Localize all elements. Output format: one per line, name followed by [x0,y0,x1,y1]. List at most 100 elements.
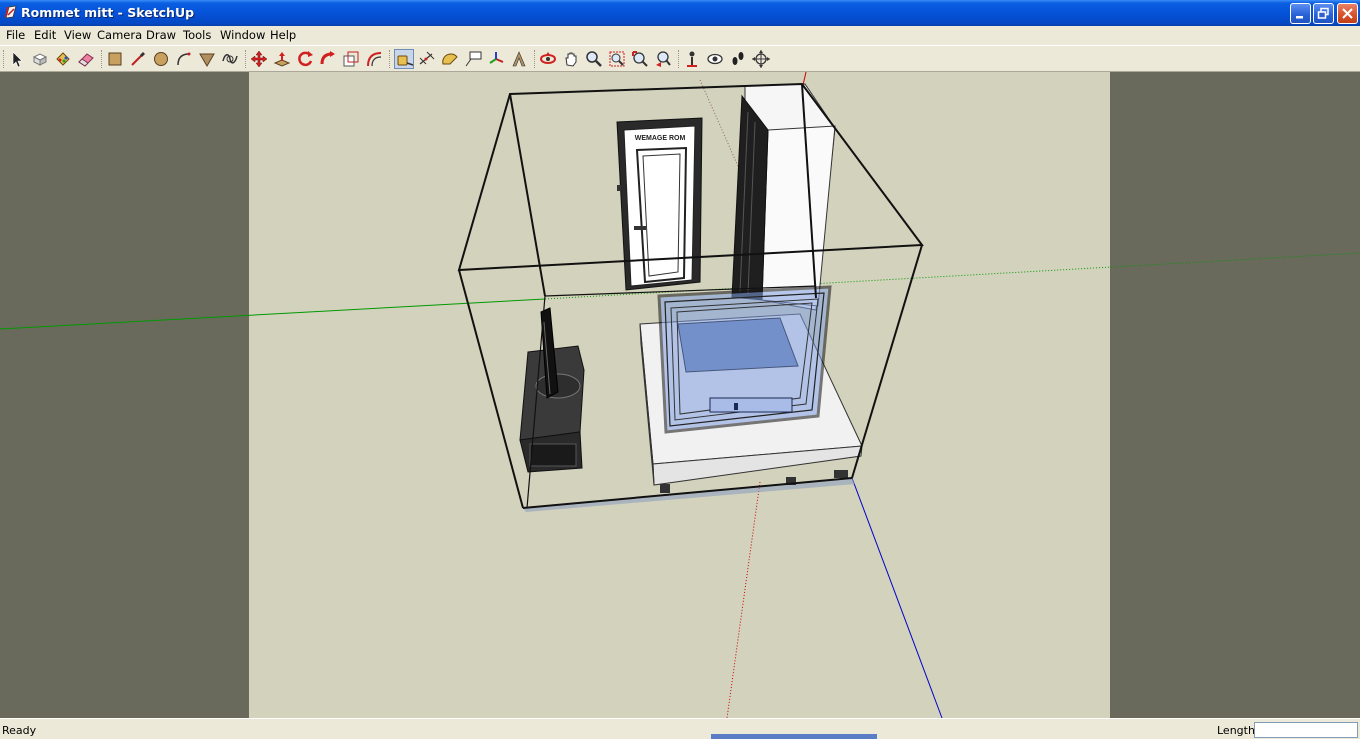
text-icon [465,51,482,67]
line-button[interactable] [128,49,148,69]
menu-file[interactable]: File [6,28,25,42]
section-plane-button[interactable] [751,49,771,69]
menu-camera[interactable]: Camera [97,28,142,42]
axes-icon [489,52,504,64]
position-camera-button[interactable] [682,49,702,69]
polygon-icon [199,53,215,67]
toolbar-grip[interactable] [3,50,6,68]
menu-edit[interactable]: Edit [34,28,56,42]
push-pull-icon [273,52,291,67]
3d-text-button[interactable] [509,49,529,69]
make-component-button[interactable] [30,49,50,69]
line-icon [131,52,145,66]
zoom-icon [586,51,602,67]
circle-icon [154,52,168,66]
text-button[interactable] [463,49,483,69]
orbit-button[interactable] [538,49,558,69]
door: WEMAGE ROM [616,117,703,291]
move-button[interactable] [249,49,269,69]
zoom-extents-button[interactable] [630,49,650,69]
toolbar-separator [534,50,537,68]
dimension-icon [419,51,435,65]
door-sign-text: WEMAGE ROM [635,135,686,142]
look-around-icon [707,53,723,65]
wardrobe [731,83,836,311]
restore-icon [1317,7,1329,19]
menu-help[interactable]: Help [270,28,296,42]
zoom-window-icon [609,51,625,67]
polygon-button[interactable] [197,49,217,69]
look-around-button[interactable] [705,49,725,69]
select-tool-button[interactable] [7,49,27,69]
arc-button[interactable] [174,49,194,69]
measurements-label: Length [1217,724,1255,737]
protractor-button[interactable] [440,49,460,69]
rotate-icon [298,51,313,67]
rectangle-button[interactable] [105,49,125,69]
minimize-icon [1296,16,1303,19]
zoom-button[interactable] [584,49,604,69]
3d-text-icon [512,51,526,67]
toolbar-separator [678,50,681,68]
zoom-extents-icon [632,51,648,67]
menu-tools[interactable]: Tools [183,28,211,42]
rotate-button[interactable] [295,49,315,69]
toolbar-separator [101,50,104,68]
walk-icon [732,52,744,65]
close-icon [1342,8,1353,19]
push-pull-button[interactable] [272,49,292,69]
progress-bar [711,734,877,739]
rectangle-icon [108,52,122,66]
freehand-icon [222,54,238,64]
restore-button[interactable] [1313,3,1334,24]
follow-me-button[interactable] [318,49,338,69]
freehand-button[interactable] [220,49,240,69]
circle-button[interactable] [151,49,171,69]
eraser-button[interactable] [76,49,96,69]
make-component-icon [32,53,48,66]
previous-view-button[interactable] [653,49,673,69]
arc-icon [177,52,191,66]
position-camera-icon [687,51,697,67]
scale-icon [343,51,359,67]
walk-button[interactable] [728,49,748,69]
drawing-viewport[interactable]: WEMAGE ROM [0,72,1360,718]
eraser-icon [78,53,94,67]
offset-button[interactable] [364,49,384,69]
orbit-icon [540,52,556,64]
status-bar: Ready Length [0,718,1360,739]
sketchup-app-icon[interactable] [4,5,18,20]
menu-bar: File Edit View Camera Draw Tools Window … [0,26,1360,45]
close-button[interactable] [1337,3,1358,24]
glass-cabinet [657,285,832,434]
section-plane-icon [752,50,770,68]
zoom-window-button[interactable] [607,49,627,69]
model-scene[interactable]: WEMAGE ROM [0,72,1360,718]
toolbar-separator [245,50,248,68]
axes-button[interactable] [486,49,506,69]
minimize-button[interactable] [1290,3,1311,24]
menu-window[interactable]: Window [220,28,265,42]
move-icon [250,50,268,68]
window-title: Rommet mitt - SketchUp [21,5,195,20]
previous-view-icon [656,51,671,67]
title-bar: Rommet mitt - SketchUp [0,0,1360,26]
toolbar [0,45,1360,72]
pan-button[interactable] [561,49,581,69]
menu-draw[interactable]: Draw [146,28,176,42]
select-icon [12,51,23,68]
measurements-input[interactable] [1254,722,1358,738]
status-text: Ready [2,724,37,737]
protractor-icon [442,53,458,65]
tape-measure-icon [397,55,414,66]
scale-button[interactable] [341,49,361,69]
offset-icon [367,52,382,67]
menu-view[interactable]: View [64,28,91,42]
paint-bucket-icon [56,52,70,66]
follow-me-icon [320,51,335,65]
paint-bucket-button[interactable] [53,49,73,69]
toolbar-separator [389,50,392,68]
tape-measure-button[interactable] [394,49,414,69]
pan-icon [565,52,577,67]
dimension-button[interactable] [417,49,437,69]
